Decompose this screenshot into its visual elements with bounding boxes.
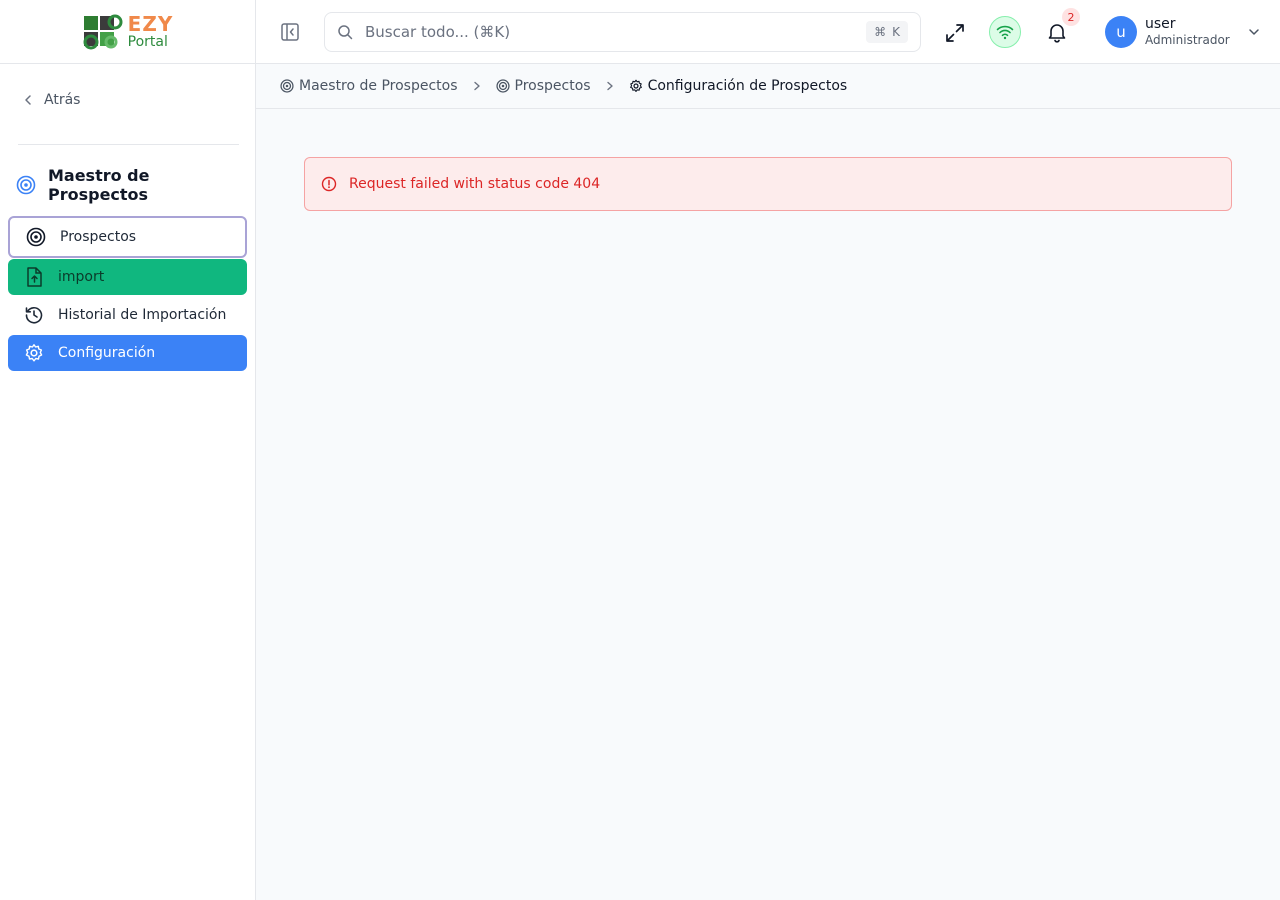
- panel-collapse-icon: [281, 23, 299, 41]
- logo-text-portal: Portal: [127, 34, 168, 50]
- wifi-icon: [996, 25, 1014, 40]
- sidebar-item-label: Historial de Importación: [58, 307, 227, 323]
- chevron-down-icon: [1248, 29, 1259, 35]
- sidebar-item-prospectos[interactable]: Prospectos: [8, 216, 247, 258]
- breadcrumb-item-maestro[interactable]: Maestro de Prospectos: [280, 78, 458, 94]
- module-title: Maestro de Prospectos: [16, 166, 255, 204]
- back-link[interactable]: Atrás: [22, 92, 80, 108]
- breadcrumb-label: Maestro de Prospectos: [299, 78, 458, 94]
- logo-area: EZY Portal: [0, 0, 255, 64]
- file-upload-icon: [24, 267, 44, 287]
- breadcrumb-item-prospectos[interactable]: Prospectos: [495, 78, 591, 94]
- sidebar-item-historial[interactable]: Historial de Importación: [8, 297, 247, 333]
- search-icon: [338, 25, 353, 40]
- bell-icon: [1048, 24, 1066, 43]
- user-role: Administrador: [1145, 33, 1230, 48]
- back-label: Atrás: [44, 92, 81, 108]
- history-icon: [24, 305, 44, 325]
- user-menu[interactable]: u user Administrador: [1105, 16, 1260, 48]
- error-alert: Request failed with status code 404: [304, 157, 1232, 211]
- target-icon: [280, 79, 294, 93]
- sidebar-item-label: Prospectos: [60, 229, 137, 245]
- connection-status-button[interactable]: [989, 16, 1021, 48]
- alert-circle-icon: [321, 176, 337, 192]
- sidebar-item-configuracion[interactable]: Configuración: [8, 335, 247, 371]
- sidebar-divider: [18, 144, 239, 145]
- chevron-right-icon: [605, 81, 615, 91]
- breadcrumb-item-configuracion: Configuración de Prospectos: [629, 78, 848, 94]
- fullscreen-button[interactable]: [944, 22, 966, 44]
- search-input[interactable]: [365, 23, 845, 41]
- error-message: Request failed with status code 404: [349, 176, 601, 192]
- search-box[interactable]: ⌘ K: [324, 12, 921, 52]
- chevron-right-icon: [472, 81, 482, 91]
- sidebar: EZY Portal Atrás Maestro de Prospectos P…: [0, 0, 256, 900]
- top-header: ⌘ K 2 u user Administrador: [256, 0, 1280, 64]
- target-icon: [16, 175, 36, 195]
- breadcrumb-label: Prospectos: [514, 78, 591, 94]
- sidebar-item-import[interactable]: import: [8, 259, 247, 295]
- chevron-left-icon: [25, 95, 31, 105]
- gear-icon: [629, 79, 642, 93]
- target-icon: [495, 79, 510, 93]
- avatar: u: [1105, 16, 1137, 48]
- sidebar-item-label: import: [58, 269, 105, 285]
- target-icon: [26, 227, 46, 247]
- logo-text-ezy: EZY: [127, 12, 174, 36]
- shortcut-key: K: [892, 25, 900, 39]
- sidebar-item-label: Configuración: [58, 345, 156, 361]
- breadcrumb: Maestro de Prospectos Prospectos Configu…: [256, 64, 1280, 109]
- user-name: user: [1145, 16, 1176, 33]
- module-title-text: Maestro de Prospectos: [47, 166, 150, 204]
- expand-arrows-icon: [946, 24, 964, 42]
- app-logo[interactable]: EZY Portal: [82, 12, 174, 52]
- sidebar-toggle-button[interactable]: [280, 22, 300, 42]
- command-key-symbol: ⌘: [874, 25, 887, 39]
- keyboard-shortcut-badge: ⌘ K: [866, 21, 908, 43]
- sidebar-nav: Prospectos import Historial de Importaci…: [8, 216, 247, 373]
- gear-icon: [24, 343, 44, 363]
- notifications-count-badge: 2: [1062, 8, 1080, 26]
- puzzle-gear-logo-icon: [83, 14, 123, 49]
- notifications-button[interactable]: [1046, 21, 1068, 43]
- breadcrumb-label: Configuración de Prospectos: [647, 78, 848, 94]
